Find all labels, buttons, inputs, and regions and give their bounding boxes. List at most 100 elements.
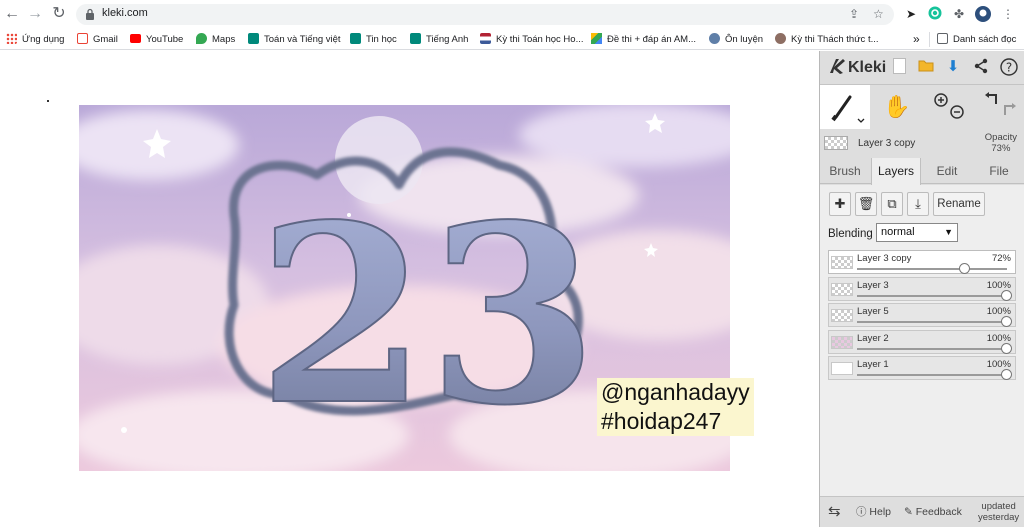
svg-text:?: ?	[1006, 61, 1012, 75]
history-tools[interactable]	[976, 85, 1024, 129]
bookmark-on-luyen[interactable]: Ôn luyện	[709, 32, 763, 47]
layer-opacity-slider[interactable]	[857, 294, 1007, 297]
opacity-slider-knob[interactable]	[959, 263, 970, 274]
share-icon[interactable]	[972, 58, 990, 76]
drawing-area[interactable]: 23 @nganhadayy #hoidap247	[0, 51, 819, 527]
hand-tool[interactable]: ✋	[872, 85, 922, 129]
bookmark-ky-thi-toan-hoc[interactable]: Kỳ thi Toán học Ho...	[480, 32, 584, 47]
feedback-icon: ✎	[904, 506, 913, 518]
zoom-tools[interactable]	[924, 85, 974, 129]
opacity-slider-knob[interactable]	[1001, 289, 1012, 301]
extensions-puzzle-icon[interactable]: ✤	[951, 6, 967, 22]
plus-icon: ✚	[834, 196, 846, 211]
layer-row[interactable]: Layer 5 100%	[828, 303, 1016, 327]
reading-list-button[interactable]: Danh sách đọc	[929, 32, 1016, 47]
duplicate-icon: ⧉	[887, 196, 897, 211]
brush-icon	[831, 95, 865, 123]
layer-opacity-slider[interactable]	[857, 321, 1007, 323]
bookmark-maps[interactable]: Maps	[196, 32, 235, 47]
bookmark-tin-hoc[interactable]: Tin học	[350, 32, 397, 47]
opacity-slider-knob[interactable]	[1001, 342, 1012, 354]
save-folder-icon[interactable]	[917, 58, 935, 76]
bookmark-toan-tieng-viet[interactable]: Toán và Tiếng việt	[248, 32, 341, 47]
layer-thumbnail	[831, 282, 853, 296]
back-arrow-icon[interactable]: ←	[2, 4, 22, 24]
layer-thumbnail	[831, 256, 853, 269]
address-bar[interactable]: kleki.com ⇪ ☆	[76, 4, 894, 25]
panel-footer: ⇆ ⓘ Help ✎ Feedback updated yesterday	[820, 496, 1024, 527]
bookmark-tieng-anh[interactable]: Tiếng Anh	[410, 32, 468, 47]
add-layer-button[interactable]: ✚	[829, 192, 851, 216]
swap-sides-icon[interactable]: ⇆	[828, 497, 841, 527]
merge-layer-button[interactable]: ⤓	[907, 192, 929, 216]
duplicate-layer-button[interactable]: ⧉	[881, 192, 903, 216]
bookmark-apps[interactable]: Ứng dụng	[6, 32, 64, 47]
bookmark-de-thi-dap-an[interactable]: Đề thi + đáp án AM...	[591, 32, 696, 47]
bookmark-gmail[interactable]: Gmail	[77, 32, 118, 47]
meet-icon	[410, 33, 421, 44]
redo-icon[interactable]	[1004, 103, 1016, 115]
tab-layers[interactable]: Layers	[871, 158, 921, 185]
globe-icon	[709, 33, 720, 44]
layer-opacity-slider[interactable]	[857, 347, 1007, 350]
layer-thumbnail	[831, 309, 853, 322]
tool-row: ✋	[820, 84, 1024, 129]
forward-arrow-icon[interactable]: →	[25, 4, 45, 24]
rename-button[interactable]: Rename	[933, 192, 985, 216]
layer-row[interactable]: Layer 3 100%	[828, 276, 1016, 301]
bookmark-youtube[interactable]: YouTube	[130, 32, 183, 47]
extension-grammarly-icon[interactable]	[927, 6, 943, 22]
kleki-logo[interactable]: Kleki	[828, 57, 886, 77]
bookmark-star-icon[interactable]: ☆	[873, 7, 884, 21]
help-button[interactable]: ⓘ Help	[856, 497, 891, 527]
opacity-slider-knob[interactable]	[1001, 316, 1012, 327]
reading-list-icon	[937, 33, 948, 44]
layer-opacity-value: 100%	[986, 332, 1011, 344]
tab-file[interactable]: File	[973, 158, 1024, 184]
gmail-icon	[77, 33, 88, 44]
layer-name: Layer 3 copy	[857, 253, 912, 264]
tab-brush[interactable]: Brush	[820, 158, 870, 184]
layer-opacity-slider[interactable]	[857, 268, 1007, 270]
feedback-button[interactable]: ✎ Feedback	[904, 497, 962, 527]
extension-cursor-icon[interactable]: ➤	[903, 6, 919, 22]
zoom-in-icon[interactable]	[934, 93, 948, 107]
layer-name: Layer 1	[857, 359, 889, 370]
bookmark-ky-thi-thach-thuc[interactable]: Kỳ thi Thách thức t...	[775, 32, 879, 47]
brush-tool[interactable]	[820, 85, 870, 129]
apps-grid-icon	[6, 33, 17, 44]
undo-icon[interactable]	[985, 92, 997, 104]
numerals-23: 23	[257, 171, 598, 459]
bookmarks-overflow-button[interactable]: »	[913, 32, 920, 47]
help-icon: ⓘ	[856, 506, 867, 518]
layer-row[interactable]: Layer 3 copy 72%	[828, 250, 1016, 274]
lock-icon	[86, 8, 94, 20]
chevron-down-icon: ▼	[944, 227, 953, 237]
site-icon	[775, 33, 786, 44]
layer-thumbnail	[831, 335, 853, 349]
layer-row[interactable]: Layer 2 100%	[828, 329, 1016, 354]
new-file-icon[interactable]	[890, 58, 908, 76]
watermark-hashtag: #hoidap247	[601, 408, 722, 434]
kleki-header: Kleki ⬇ ?	[820, 51, 1024, 83]
help-question-icon[interactable]: ?	[1000, 58, 1018, 76]
profile-avatar[interactable]	[975, 6, 991, 22]
share-icon[interactable]: ⇪	[849, 7, 859, 21]
tab-edit[interactable]: Edit	[922, 158, 972, 184]
download-icon[interactable]: ⬇	[944, 58, 962, 76]
zoom-out-icon[interactable]	[950, 105, 964, 119]
watermark-username: @nganhadayy	[601, 379, 750, 405]
url-text[interactable]: kleki.com	[102, 7, 148, 19]
opacity-slider-knob[interactable]	[1001, 369, 1012, 380]
stray-dot	[47, 100, 49, 102]
meet-icon	[248, 33, 259, 44]
bookmarks-bar: Ứng dụng Gmail YouTube Maps Toán và Tiến…	[0, 29, 1024, 50]
delete-layer-button[interactable]: 🗑	[855, 192, 877, 216]
layer-row[interactable]: Layer 1 100%	[828, 356, 1016, 380]
menu-kebab-icon[interactable]: ⋮	[1000, 6, 1016, 22]
blending-select[interactable]: normal ▼	[876, 223, 958, 242]
watermark: @nganhadayy #hoidap247	[597, 378, 754, 436]
reload-icon[interactable]: ↻	[49, 4, 69, 24]
layer-opacity-slider[interactable]	[857, 374, 1007, 376]
hand-icon: ✋	[883, 94, 911, 119]
